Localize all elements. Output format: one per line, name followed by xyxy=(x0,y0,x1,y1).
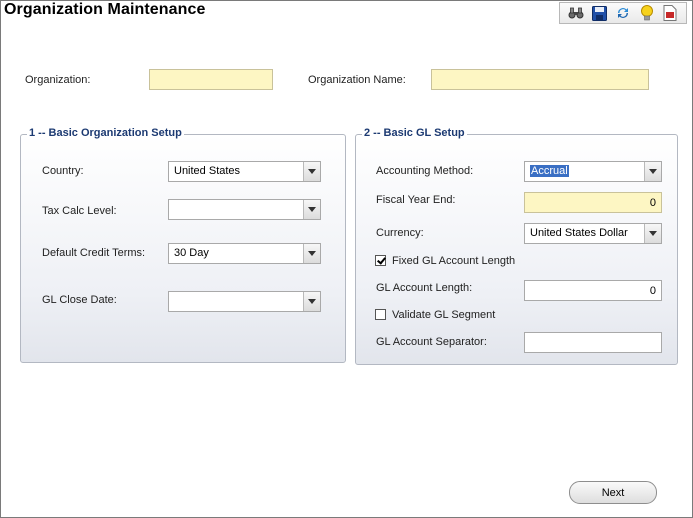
chevron-down-icon[interactable] xyxy=(303,200,320,219)
organization-input[interactable] xyxy=(149,69,273,90)
save-icon[interactable] xyxy=(590,4,608,22)
chevron-down-icon[interactable] xyxy=(303,292,320,311)
accounting-method-label: Accounting Method: xyxy=(376,165,474,177)
country-select[interactable]: United States xyxy=(168,161,321,182)
binoculars-icon[interactable] xyxy=(567,4,585,22)
currency-value: United States Dollar xyxy=(530,227,628,239)
validate-gl-segment-label: Validate GL Segment xyxy=(392,309,496,321)
validate-gl-segment-checkbox[interactable] xyxy=(375,309,386,320)
tax-calc-level-select[interactable] xyxy=(168,199,321,220)
fiscal-year-end-input[interactable] xyxy=(524,192,662,213)
gl-account-separator-input[interactable] xyxy=(524,332,662,353)
fixed-gl-account-length-checkbox[interactable] xyxy=(375,255,386,266)
next-button[interactable]: Next xyxy=(569,481,657,504)
chevron-down-icon[interactable] xyxy=(644,224,661,243)
gl-account-separator-label: GL Account Separator: xyxy=(376,336,487,348)
toolbar xyxy=(559,2,687,24)
country-value: United States xyxy=(174,165,241,177)
report-icon[interactable] xyxy=(661,4,679,22)
accounting-method-selected-text: Accrual xyxy=(530,165,569,177)
gl-account-length-label: GL Account Length: xyxy=(376,282,473,294)
organization-label: Organization: xyxy=(25,74,91,86)
page-title: Organization Maintenance xyxy=(4,1,206,18)
fixed-gl-account-length-label: Fixed GL Account Length xyxy=(392,255,516,267)
tax-calc-level-label: Tax Calc Level: xyxy=(42,205,117,217)
default-credit-terms-select[interactable]: 30 Day xyxy=(168,243,321,264)
group-title-basic-gl-setup: 2 -- Basic GL Setup xyxy=(362,127,467,139)
gl-account-length-input[interactable] xyxy=(524,280,662,301)
currency-select[interactable]: United States Dollar xyxy=(524,223,662,244)
group-title-basic-organization-setup: 1 -- Basic Organization Setup xyxy=(27,127,184,139)
default-credit-terms-label: Default Credit Terms: xyxy=(42,247,146,259)
refresh-icon[interactable] xyxy=(614,4,632,22)
gl-close-date-label: GL Close Date: xyxy=(42,294,117,306)
organization-name-input[interactable] xyxy=(431,69,649,90)
currency-label: Currency: xyxy=(376,227,424,239)
accounting-method-value: Accrual xyxy=(530,162,569,181)
lightbulb-icon[interactable] xyxy=(638,4,656,22)
chevron-down-icon[interactable] xyxy=(303,162,320,181)
chevron-down-icon[interactable] xyxy=(303,244,320,263)
default-credit-terms-value: 30 Day xyxy=(174,247,209,259)
window-frame: Organization Maintenance Organization: O… xyxy=(0,0,693,518)
organization-name-label: Organization Name: xyxy=(308,74,406,86)
accounting-method-select[interactable]: Accrual xyxy=(524,161,662,182)
gl-close-date-select[interactable] xyxy=(168,291,321,312)
country-label: Country: xyxy=(42,165,84,177)
chevron-down-icon[interactable] xyxy=(644,162,661,181)
fiscal-year-end-label: Fiscal Year End: xyxy=(376,194,456,206)
